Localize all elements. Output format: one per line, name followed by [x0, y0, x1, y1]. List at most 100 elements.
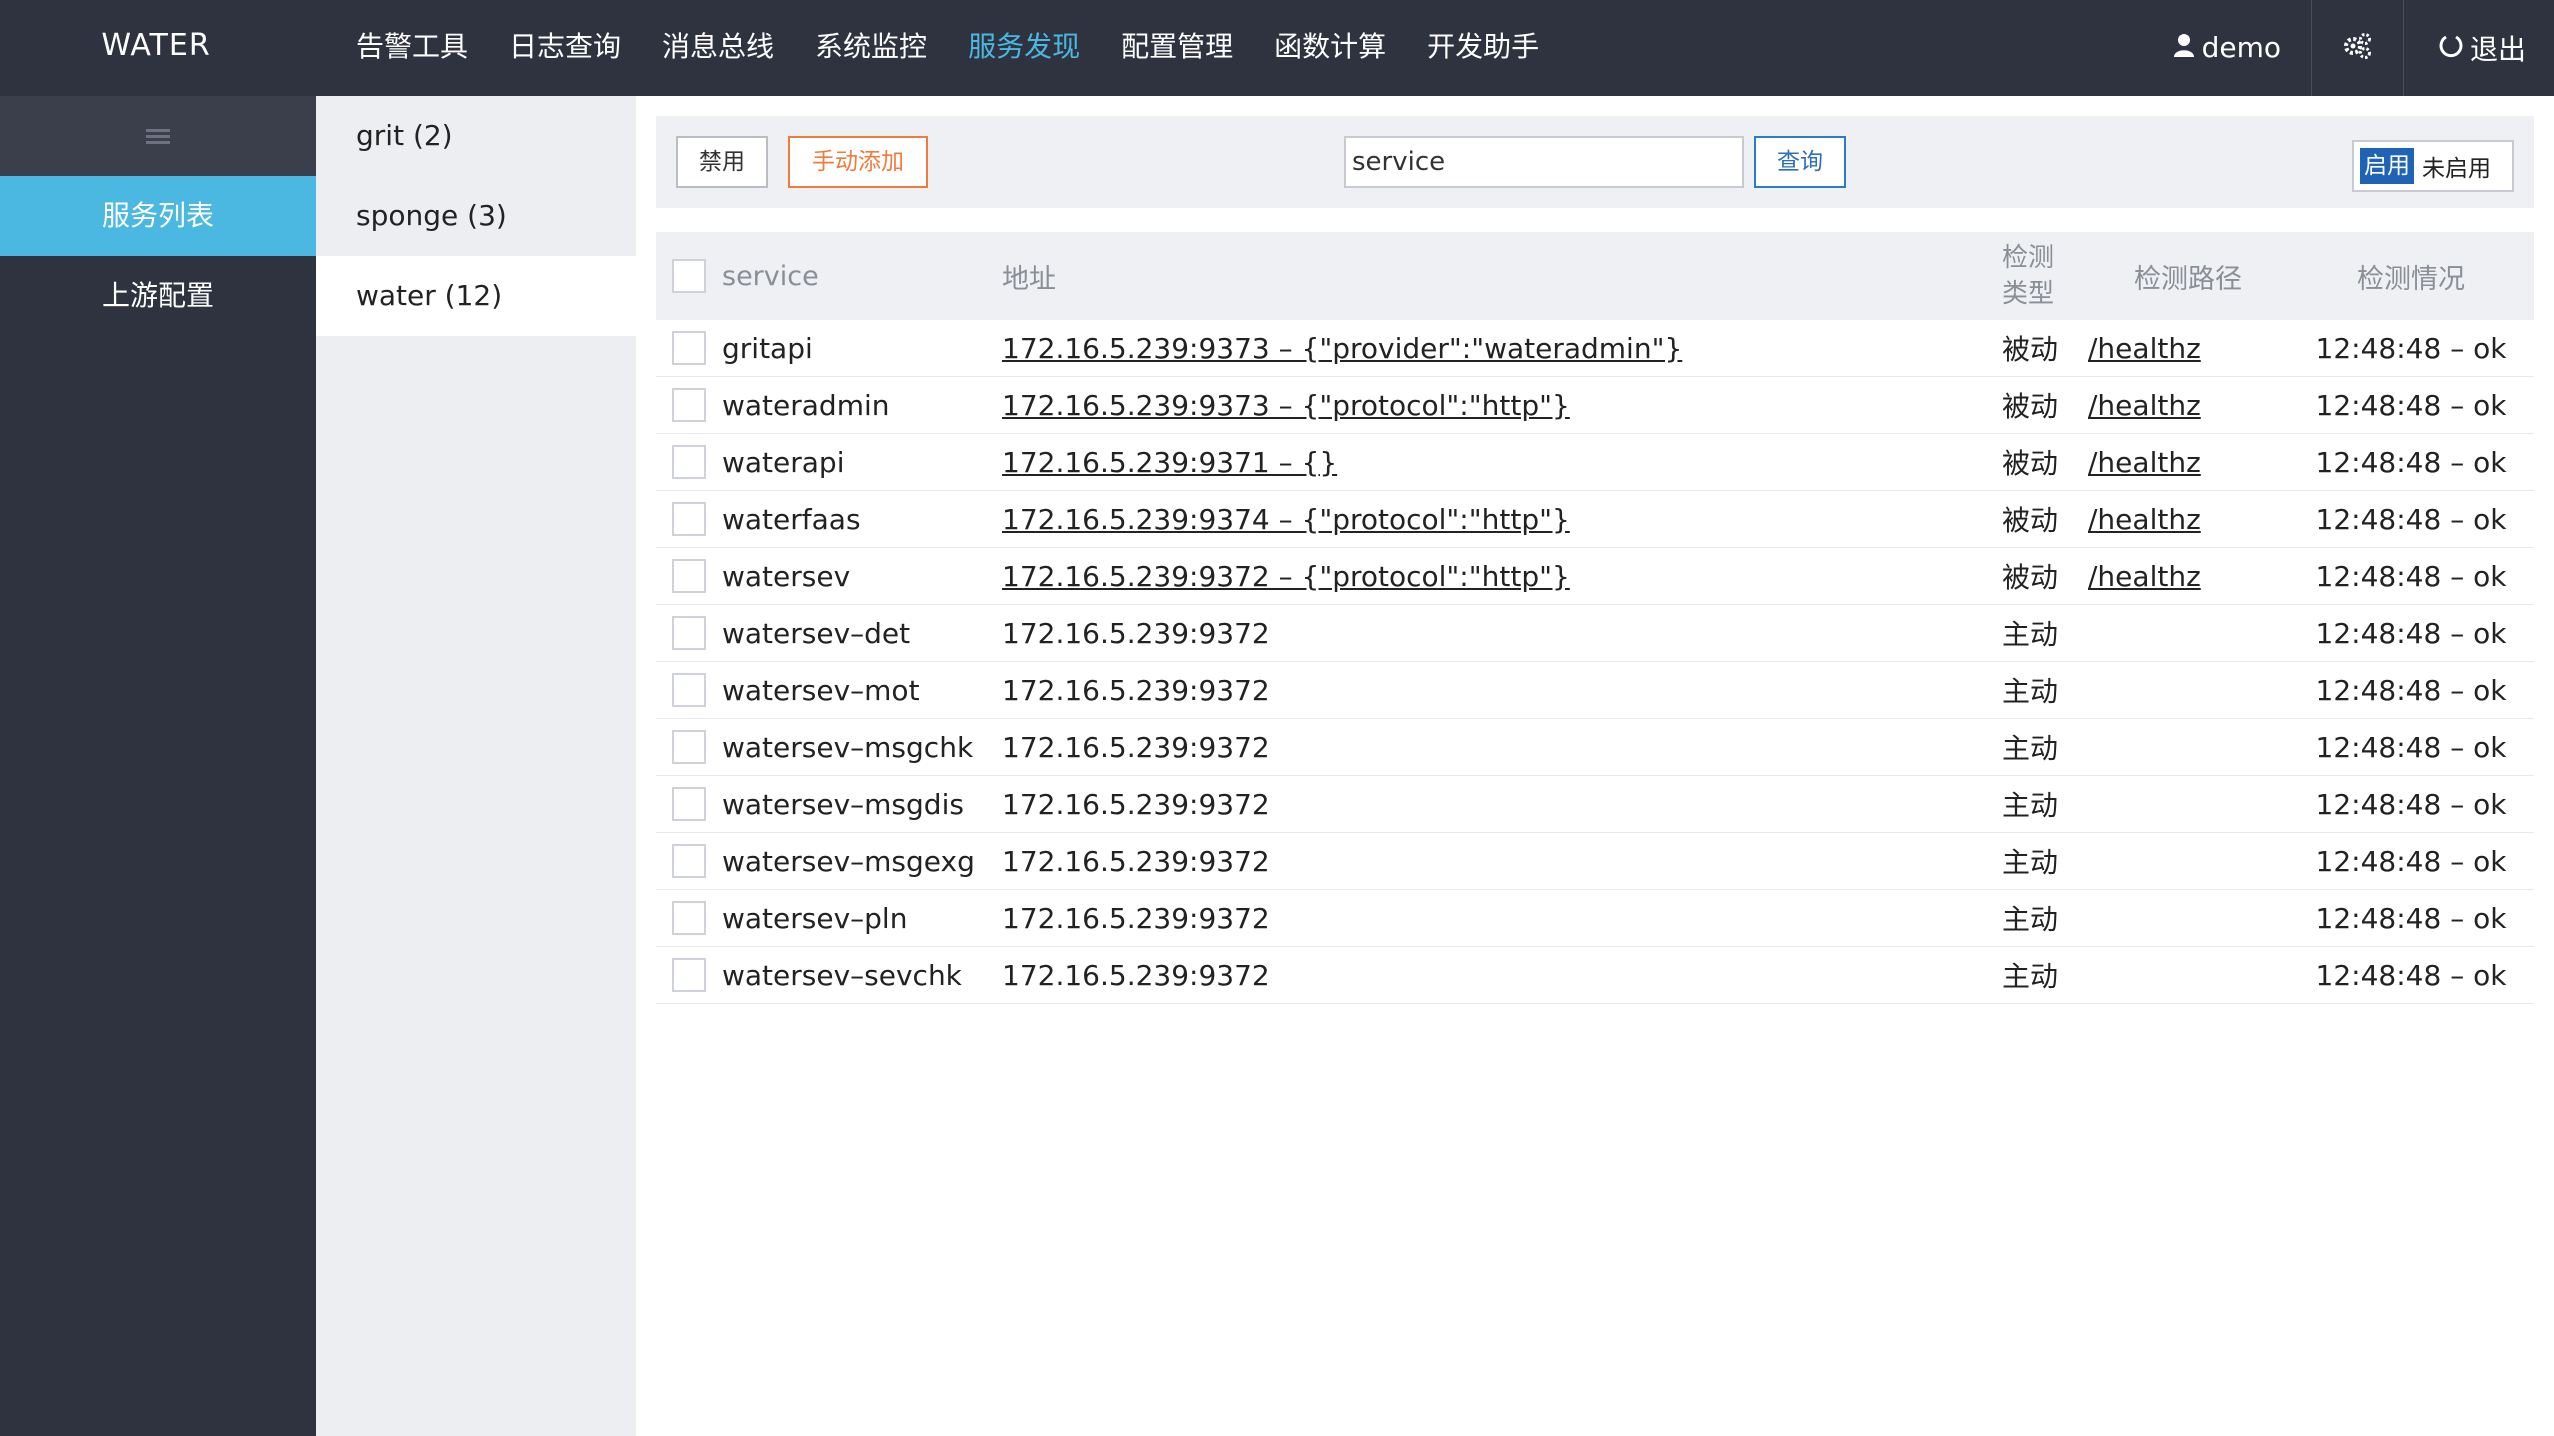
cell-check-type: 被动 [2002, 504, 2059, 537]
row-checkbox[interactable] [672, 559, 706, 593]
row-checkbox[interactable] [672, 673, 706, 707]
address-value: 172.16.5.239:9372 [1002, 901, 1270, 935]
row-checkbox[interactable] [672, 502, 706, 536]
cell-check-status: 12:48:48 – ok [2315, 502, 2507, 536]
search-input[interactable] [1344, 136, 1744, 188]
table-row: watersev–msgexg 172.16.5.239:9372 主动 12:48:… [656, 833, 2534, 890]
row-checkbox[interactable] [672, 730, 706, 764]
cell-address[interactable]: 172.16.5.239:9373 – {"provider":"waterad… [1002, 332, 2002, 365]
user-name: demo [2201, 31, 2281, 64]
address-value[interactable]: 172.16.5.239:9374 – {"protocol":"http"} [1002, 503, 1570, 536]
cell-address: 172.16.5.239:9372 [1002, 959, 2002, 992]
user-menu[interactable]: demo [2144, 0, 2311, 96]
cell-service: watersev–pln [722, 901, 908, 935]
address-value: 172.16.5.239:9372 [1002, 844, 1270, 878]
health-path-link[interactable]: /healthz [2088, 389, 2201, 422]
cell-check-type: 主动 [2002, 960, 2059, 993]
cell-check-type: 主动 [2002, 675, 2059, 708]
row-checkbox[interactable] [672, 616, 706, 650]
toolbar: 禁用 手动添加 查询 启用 未启用 [656, 116, 2534, 208]
cell-check-type: 主动 [2002, 789, 2059, 822]
cell-address[interactable]: 172.16.5.239:9372 – {"protocol":"http"} [1002, 560, 2002, 593]
health-path-link[interactable]: /healthz [2088, 560, 2201, 593]
user-icon [2173, 1, 2194, 95]
table-row: wateradmin 172.16.5.239:9373 – {"protocol… [656, 377, 2534, 434]
sidebar-item-upstream-config[interactable]: 上游配置 [0, 256, 316, 336]
select-all-checkbox[interactable] [672, 259, 706, 293]
cell-service: gritapi [722, 331, 813, 365]
table-row: waterapi 172.16.5.239:9371 – {} 被动/healthz… [656, 434, 2534, 491]
cell-check-type: 被动 [2002, 390, 2059, 423]
settings-button[interactable] [2310, 0, 2403, 96]
nav-item-log-query[interactable]: 日志查询 [509, 0, 621, 96]
row-checkbox[interactable] [672, 787, 706, 821]
cell-address[interactable]: 172.16.5.239:9371 – {} [1002, 446, 2002, 479]
cell-check-type: 被动 [2002, 447, 2059, 480]
table-row: watersev–mot 172.16.5.239:9372 主动 12:48:48 … [656, 662, 2534, 719]
cell-service: watersev–msgchk [722, 730, 974, 764]
cell-check-status: 12:48:48 – ok [2315, 958, 2507, 992]
table-header: service 地址 检测类型 检测路径 检测情况 [656, 232, 2534, 320]
cell-check-type: 主动 [2002, 618, 2059, 651]
filter-enabled-option[interactable]: 启用 [2360, 148, 2414, 184]
cell-check-path: /healthz [2088, 389, 2288, 422]
address-value[interactable]: 172.16.5.239:9372 – {"protocol":"http"} [1002, 560, 1570, 593]
cell-check-type: 主动 [2002, 732, 2059, 765]
nav-item-dev-helper[interactable]: 开发助手 [1427, 0, 1539, 96]
address-value[interactable]: 172.16.5.239:9373 – {"protocol":"http"} [1002, 389, 1570, 422]
main-nav: 告警工具 日志查询 消息总线 系统监控 服务发现 配置管理 函数计算 开发助手 [356, 0, 1580, 96]
manual-add-button[interactable]: 手动添加 [788, 136, 928, 188]
cell-address[interactable]: 172.16.5.239:9374 – {"protocol":"http"} [1002, 503, 2002, 536]
row-checkbox[interactable] [672, 958, 706, 992]
nav-item-service-discovery[interactable]: 服务发现 [968, 0, 1080, 96]
cell-service: wateradmin [722, 388, 890, 422]
cell-address: 172.16.5.239:9372 [1002, 731, 2002, 764]
cell-address[interactable]: 172.16.5.239:9373 – {"protocol":"http"} [1002, 389, 2002, 422]
cell-check-type: 主动 [2002, 846, 2059, 879]
cell-address: 172.16.5.239:9372 [1002, 674, 2002, 707]
table-row: gritapi 172.16.5.239:9373 – {"provider":"… [656, 320, 2534, 377]
row-checkbox[interactable] [672, 331, 706, 365]
query-button[interactable]: 查询 [1754, 136, 1846, 188]
group-item-water[interactable]: water (12) [316, 256, 636, 336]
table-row: watersev–msgdis 172.16.5.239:9372 主动 12:48:… [656, 776, 2534, 833]
group-item-sponge[interactable]: sponge (3) [316, 176, 636, 256]
address-value[interactable]: 172.16.5.239:9371 – {} [1002, 446, 1337, 479]
sidebar-item-service-list[interactable]: 服务列表 [0, 176, 316, 256]
cell-check-status: 12:48:48 – ok [2315, 673, 2507, 707]
nav-item-alert-tools[interactable]: 告警工具 [356, 0, 468, 96]
health-path-link[interactable]: /healthz [2088, 446, 2201, 479]
address-value[interactable]: 172.16.5.239:9373 – {"provider":"waterad… [1002, 332, 1682, 365]
health-path-link[interactable]: /healthz [2088, 503, 2201, 536]
cell-check-type: 主动 [2002, 903, 2059, 936]
brand-logo[interactable]: WATER [0, 0, 312, 96]
row-checkbox[interactable] [672, 445, 706, 479]
cell-address: 172.16.5.239:9372 [1002, 617, 2002, 650]
table-row: watersev–pln 172.16.5.239:9372 主动 12:48:48 … [656, 890, 2534, 947]
logout-button[interactable]: 退出 [2402, 0, 2554, 96]
row-checkbox[interactable] [672, 388, 706, 422]
address-value: 172.16.5.239:9372 [1002, 616, 1270, 650]
nav-item-config-management[interactable]: 配置管理 [1121, 0, 1233, 96]
cell-check-status: 12:48:48 – ok [2315, 445, 2507, 479]
filter-disabled-option[interactable]: 未启用 [2414, 149, 2499, 183]
status-filter-toggle: 启用 未启用 [2352, 140, 2514, 192]
cell-check-status: 12:48:48 – ok [2315, 616, 2507, 650]
health-path-link[interactable]: /healthz [2088, 332, 2201, 365]
row-checkbox[interactable] [672, 844, 706, 878]
cell-address: 172.16.5.239:9372 [1002, 902, 2002, 935]
header-check-path: 检测路径 [2134, 263, 2242, 295]
hamburger-icon [146, 126, 170, 147]
nav-item-function-compute[interactable]: 函数计算 [1274, 0, 1386, 96]
disable-button[interactable]: 禁用 [676, 136, 768, 188]
row-checkbox[interactable] [672, 901, 706, 935]
nav-item-system-monitor[interactable]: 系统监控 [815, 0, 927, 96]
cell-service: waterapi [722, 445, 845, 479]
cell-check-path: /healthz [2088, 503, 2288, 536]
group-item-grit[interactable]: grit (2) [316, 96, 636, 176]
nav-item-message-bus[interactable]: 消息总线 [662, 0, 774, 96]
service-table: service 地址 检测类型 检测路径 检测情况 gritapi 172.16.… [656, 232, 2534, 1004]
cell-service: watersev–msgexg [722, 844, 975, 878]
sidebar-toggle[interactable] [0, 96, 316, 176]
header-address: 地址 [1002, 263, 1056, 295]
